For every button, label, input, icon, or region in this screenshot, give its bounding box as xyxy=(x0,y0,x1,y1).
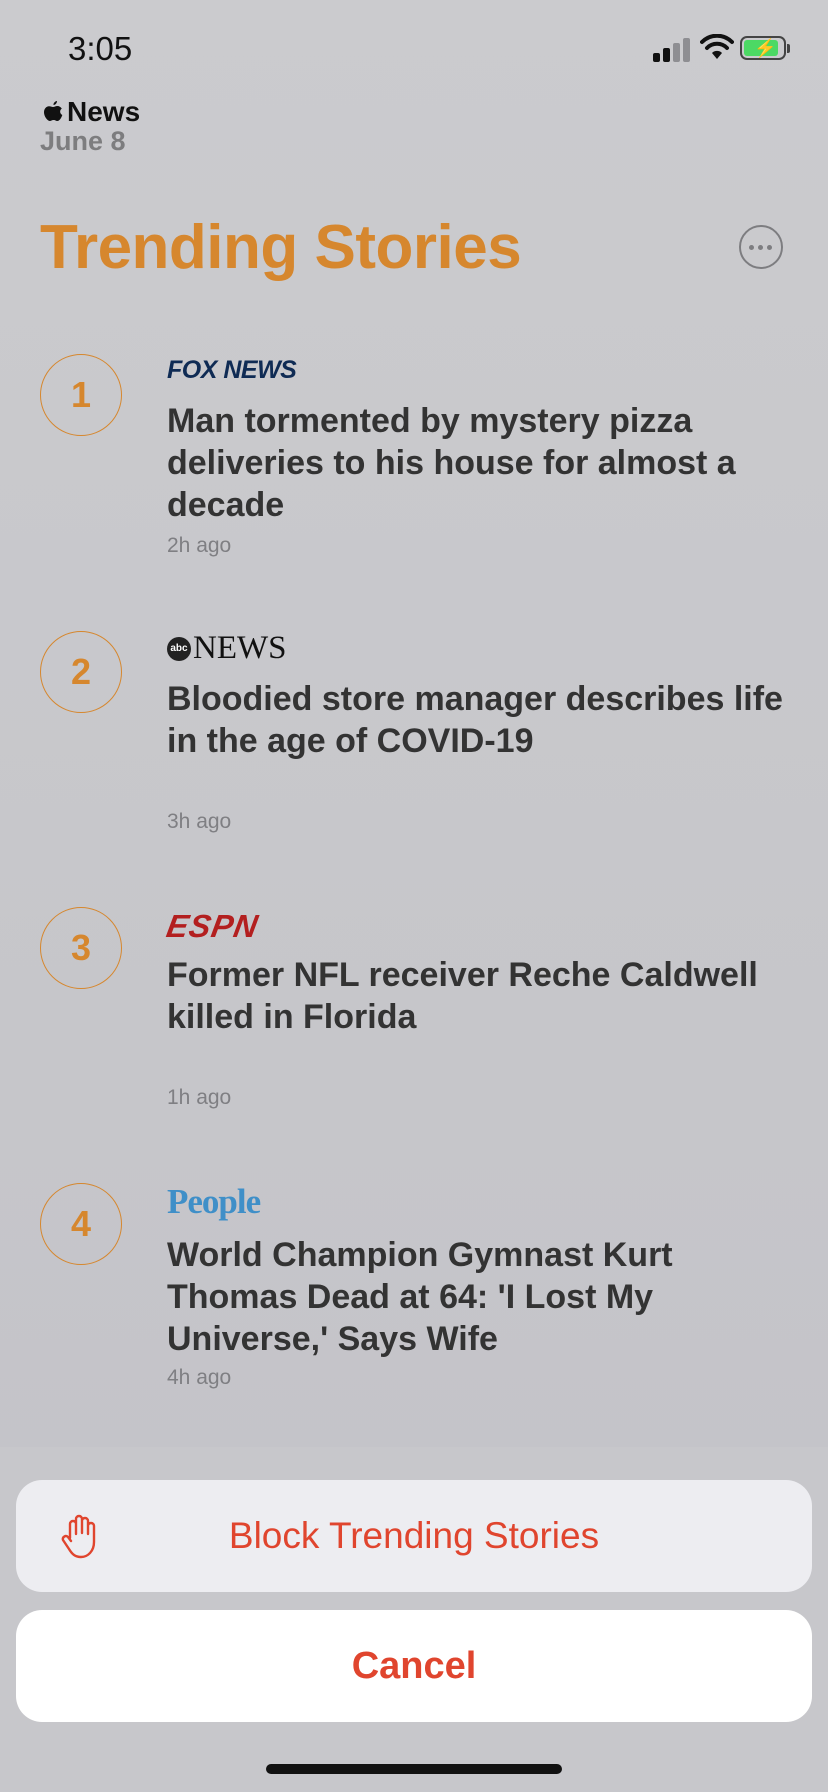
story-headline: Former NFL receiver Reche Caldwell kille… xyxy=(167,956,758,1036)
battery-charging-icon: ⚡ xyxy=(740,36,790,62)
story-age: 1h ago xyxy=(167,1086,232,1109)
block-trending-stories-button[interactable]: Block Trending Stories xyxy=(16,1480,812,1592)
publisher-logo-espn: ESPN xyxy=(163,908,262,944)
story-age: 4h ago xyxy=(167,1366,232,1389)
block-trending-stories-label: Block Trending Stories xyxy=(228,1515,600,1556)
story-rank: 2 xyxy=(40,631,122,713)
status-bar: 3:05 ⚡ xyxy=(0,0,828,100)
story-headline: Bloodied store manager describes life in… xyxy=(167,680,783,760)
page-title: Trending Stories xyxy=(40,213,522,282)
story-rank: 1 xyxy=(40,354,122,436)
app-brand: News xyxy=(42,96,140,128)
hand-stop-icon xyxy=(61,1514,96,1559)
home-indicator[interactable] xyxy=(266,1764,562,1774)
story-rank: 4 xyxy=(40,1183,122,1265)
story-headline: World Champion Gymnast Kurt Thomas Dead … xyxy=(167,1236,673,1358)
story-age: 2h ago xyxy=(167,534,232,557)
apple-logo-icon xyxy=(44,101,63,121)
brand-name: News xyxy=(67,96,141,127)
header-date: June 8 xyxy=(40,126,126,156)
cellular-signal-icon xyxy=(653,38,690,62)
abc-badge-icon: abc xyxy=(167,636,191,661)
publisher-logo-abc-news: abc NEWS xyxy=(167,630,287,667)
status-time: 3:05 xyxy=(68,30,133,67)
cancel-label: Cancel xyxy=(351,1644,477,1687)
publisher-logo-people: People xyxy=(167,1182,261,1221)
wifi-icon xyxy=(700,34,734,59)
story-headline: Man tormented by mystery pizza deliverie… xyxy=(167,402,736,524)
cancel-button[interactable]: Cancel xyxy=(16,1610,812,1722)
more-options-button[interactable] xyxy=(739,225,783,269)
story-age: 3h ago xyxy=(167,810,232,833)
publisher-logo-fox-news: FOX NEWS xyxy=(167,356,297,384)
story-rank: 3 xyxy=(40,907,122,989)
